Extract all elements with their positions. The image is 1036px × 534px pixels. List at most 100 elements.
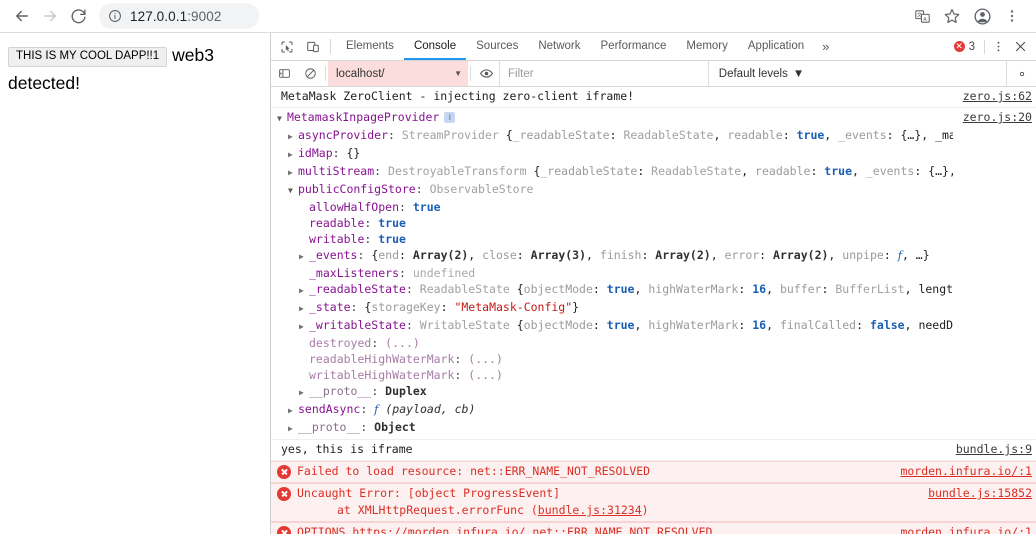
devtools-panel: Elements Console Sources Network Perform… [271, 33, 1036, 534]
object-tree-line[interactable]: writable: true [271, 231, 953, 247]
tab-performance[interactable]: Performance [591, 33, 677, 60]
arrow-left-icon[interactable] [8, 2, 36, 30]
tree-toggle-closed-icon[interactable]: ▶ [299, 301, 309, 317]
object-property-value: true [412, 200, 441, 214]
object-tree-line[interactable]: destroyed: (...) [271, 335, 953, 351]
object-property-name: __proto__ [298, 420, 361, 434]
tree-toggle-open-icon[interactable]: ▼ [288, 183, 298, 199]
tab-memory[interactable]: Memory [676, 33, 738, 60]
dapp-button[interactable]: THIS IS MY COOL DAPP!!1 [8, 47, 168, 67]
object-tree-line[interactable]: readableHighWaterMark: (...) [271, 351, 953, 367]
object-tree-line[interactable]: ▶ _state: {storageKey: "MetaMask-Config"} [271, 299, 953, 317]
stack-frame-link[interactable]: bundle.js:31234 [538, 503, 642, 517]
tree-toggle-closed-icon[interactable]: ▶ [299, 319, 309, 335]
tab-console[interactable]: Console [403, 33, 467, 60]
object-tree-line[interactable]: ▶ _readableState: ReadableState {objectMo… [271, 281, 953, 299]
object-tree-line[interactable]: ▶ _events: {end: Array(2), close: Array(3… [271, 247, 953, 265]
object-property-value[interactable]: (...) [468, 351, 503, 367]
vertical-dots-icon[interactable] [988, 40, 1008, 53]
device-toolbar-icon[interactable] [300, 33, 326, 60]
tree-toggle-closed-icon[interactable]: ▶ [288, 421, 298, 437]
execution-context-select[interactable]: localhost/ ▼ [328, 61, 468, 86]
translate-icon[interactable]: 文A [908, 2, 936, 30]
arrow-right-icon[interactable] [36, 2, 64, 30]
object-property-value: {storageKey: "MetaMask-Config"} [364, 300, 580, 314]
console-error-row[interactable]: Uncaught Error: [object ProgressEvent] at… [271, 483, 1036, 522]
tree-toggle-open-icon[interactable]: ▼ [277, 111, 287, 127]
object-property-name: writable [309, 232, 365, 246]
object-property-name: _events [309, 248, 358, 262]
object-tree-line[interactable]: readable: true [271, 215, 953, 231]
object-property-value: {end: Array(2), close: Array(3), finish:… [371, 248, 930, 262]
object-tree-line[interactable]: ▶ __proto__: Duplex [271, 383, 953, 401]
caret-down-icon: ▼ [792, 67, 805, 80]
tree-toggle-closed-icon[interactable]: ▶ [299, 249, 309, 265]
tree-toggle-closed-icon[interactable]: ▶ [288, 403, 298, 419]
status-badge[interactable]: ✕ 3 [952, 41, 981, 53]
reload-icon[interactable] [64, 2, 92, 30]
svg-text:A: A [923, 16, 927, 22]
toolbar-divider [330, 39, 331, 54]
error-url-link[interactable]: https://morden.infura.io/ [352, 525, 525, 534]
object-separator: : [405, 318, 420, 332]
console-sidebar-icon[interactable] [271, 61, 297, 86]
clear-console-icon[interactable] [297, 61, 323, 86]
console-error-row[interactable]: OPTIONS https://morden.infura.io/ net::E… [271, 522, 1036, 534]
chrome-menu-icon[interactable] [998, 2, 1026, 30]
console-log[interactable]: MetaMask ZeroClient - injecting zero-cli… [271, 87, 1036, 534]
object-separator: : [388, 128, 402, 142]
object-property-value[interactable]: (...) [385, 335, 420, 351]
object-tree-line[interactable]: ▶ multiStream: DestroyableTransform {_rea… [271, 163, 953, 181]
tab-network[interactable]: Network [528, 33, 590, 60]
search-input[interactable]: Filter [499, 61, 709, 86]
object-tree-line[interactable]: writableHighWaterMark: (...) [271, 367, 953, 383]
source-link[interactable]: morden.infura.io/:1 [900, 524, 1036, 534]
object-separator: : [374, 164, 389, 178]
console-message-text: yes, this is iframe [281, 442, 413, 456]
bookmark-star-icon[interactable] [938, 2, 966, 30]
console-object-row[interactable]: ▼ MetamaskInpageProvider i ▶ asyncProvider: … [271, 108, 1036, 440]
source-link[interactable]: bundle.js:15852 [928, 485, 1036, 502]
object-tree-line[interactable]: ▶ idMap: {} [271, 145, 953, 163]
info-badge-icon[interactable]: i [444, 112, 456, 123]
tab-sources[interactable]: Sources [466, 33, 528, 60]
tree-toggle-closed-icon[interactable]: ▶ [288, 147, 298, 163]
object-tree-line[interactable]: allowHalfOpen: true [271, 199, 953, 215]
info-circle-icon[interactable] [108, 9, 122, 23]
log-levels-select[interactable]: Default levels ▼ [709, 61, 814, 86]
source-link[interactable]: bundle.js:9 [956, 441, 1036, 458]
live-expression-eye-icon[interactable] [473, 61, 499, 86]
object-property-value: true [378, 216, 406, 230]
source-link[interactable]: zero.js:62 [963, 88, 1036, 105]
object-tree-line[interactable]: ▶ asyncProvider: StreamProvider {_readabl… [271, 127, 953, 145]
object-tree-line[interactable]: ▶ __proto__: Object [271, 419, 953, 437]
console-message-row[interactable]: yes, this is iframe bundle.js:9 [271, 440, 1036, 461]
object-tree-line[interactable]: ▶ sendAsync: f (payload, cb) [271, 401, 953, 419]
error-circle-icon: ✕ [953, 41, 965, 52]
profile-avatar-icon[interactable] [968, 2, 996, 30]
tab-application[interactable]: Application [738, 33, 814, 60]
source-link[interactable]: morden.infura.io/:1 [900, 463, 1036, 480]
tree-toggle-closed-icon[interactable]: ▶ [299, 283, 309, 299]
object-separator: : [364, 216, 379, 230]
object-tree-line[interactable]: _maxListeners: undefined [271, 265, 953, 281]
object-tree-line[interactable]: ▼ publicConfigStore: ObservableStore [271, 181, 953, 199]
chevron-double-right-icon[interactable]: » [814, 33, 837, 60]
object-tree-line[interactable]: ▶ _writableState: WritableState {objectMo… [271, 317, 953, 335]
tree-toggle-closed-icon[interactable]: ▶ [299, 385, 309, 401]
object-tree-line[interactable]: ▼ MetamaskInpageProvider i [271, 109, 953, 127]
object-property-name: readable [309, 216, 365, 230]
console-error-row[interactable]: Failed to load resource: net::ERR_NAME_N… [271, 461, 1036, 483]
console-stack-frame: at XMLHttpRequest.errorFunc (bundle.js:3… [337, 503, 649, 517]
close-icon[interactable] [1008, 40, 1032, 53]
page-viewport: THIS IS MY COOL DAPP!!1 web3 detected! [0, 33, 271, 534]
gear-icon[interactable] [1006, 61, 1036, 86]
source-link[interactable]: zero.js:20 [963, 109, 1036, 126]
tree-toggle-closed-icon[interactable]: ▶ [288, 165, 298, 181]
tree-toggle-closed-icon[interactable]: ▶ [288, 129, 298, 145]
inspect-element-icon[interactable] [274, 33, 300, 60]
address-bar[interactable]: 127.0.0.1:9002 [99, 3, 259, 29]
object-property-value[interactable]: (...) [468, 367, 503, 383]
tab-elements[interactable]: Elements [336, 33, 404, 60]
console-message-row[interactable]: MetaMask ZeroClient - injecting zero-cli… [271, 87, 1036, 108]
